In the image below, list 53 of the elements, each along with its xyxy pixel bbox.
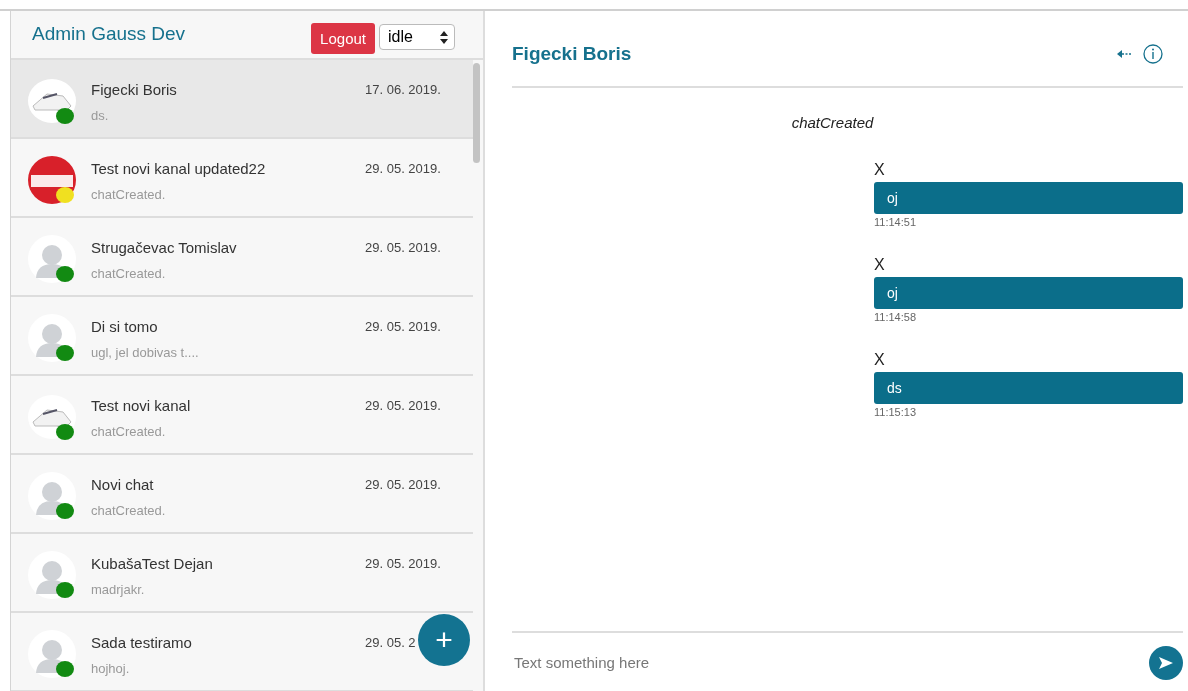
- chat-name: Figecki Boris: [91, 81, 178, 98]
- chat-date: 29. 05. 2019.: [365, 398, 441, 413]
- message-bubble: ds: [874, 372, 1183, 404]
- chat-preview: chatCreated.: [91, 503, 167, 518]
- chat-name: Sada testiramo: [91, 634, 193, 651]
- chat-name: Test novi kanal updated22: [91, 160, 267, 177]
- app-title: Admin Gauss Dev: [32, 23, 187, 45]
- message-time: 11:15:13: [874, 406, 917, 418]
- scrollbar[interactable]: [473, 63, 480, 163]
- chat-date: 29. 05. 2019.: [365, 319, 441, 334]
- message-time: 11:14:58: [874, 311, 917, 323]
- chat-name: Novi chat: [91, 476, 155, 493]
- message-bubble: oj: [874, 182, 1183, 214]
- chat-preview: ds.: [91, 108, 110, 123]
- chat-date: 29. 05. 2019.: [365, 161, 441, 176]
- chat-item[interactable]: Figecki Boris ds. 17. 06. 2019.: [11, 60, 473, 139]
- chat-date: 17. 06. 2019.: [365, 82, 441, 97]
- back-arrow-icon[interactable]: [1117, 49, 1131, 58]
- chat-name: KubašaTest Dejan: [91, 555, 214, 572]
- chat-item[interactable]: Test novi kanal updated22 chatCreated. 29. 05. 2019.: [11, 139, 473, 218]
- chat-date: 29. 05. 2019.: [365, 556, 441, 571]
- info-icon[interactable]: [1143, 43, 1163, 64]
- chat-name: Strugačevac Tomislav: [91, 239, 238, 256]
- select-arrows-icon: [440, 30, 448, 44]
- chat-name: Test novi kanal: [91, 397, 192, 414]
- message-time: 11:14:51: [874, 216, 917, 228]
- chat-preview: chatCreated.: [91, 424, 167, 439]
- message-sender: X: [874, 351, 886, 369]
- status-select[interactable]: idle: [379, 24, 455, 50]
- chat-date: 29. 05. 2019.: [365, 240, 441, 255]
- chat-name: Di si tomo: [91, 318, 159, 335]
- send-icon: [1159, 656, 1173, 669]
- chat-preview: chatCreated.: [91, 266, 167, 281]
- chat-preview: ugl, jel dobivas t....: [91, 345, 200, 360]
- message-sender: X: [874, 256, 886, 274]
- chat-preview: hojhoj.: [91, 661, 131, 676]
- message-sender: X: [874, 161, 886, 179]
- chat-preview: chatCreated.: [91, 187, 167, 202]
- chat-item[interactable]: Di si tomo ugl, jel dobivas t.... 29. 05. 2019.: [11, 297, 473, 376]
- message-input[interactable]: Text something here: [512, 653, 1149, 672]
- chat-item[interactable]: Novi chat chatCreated. 29. 05. 2019.: [11, 455, 473, 534]
- new-chat-button[interactable]: +: [418, 614, 470, 666]
- message-bubble: oj: [874, 277, 1183, 309]
- chat-item[interactable]: KubašaTest Dejan madrjakr. 29. 05. 2019.: [11, 534, 473, 613]
- send-button[interactable]: [1149, 645, 1183, 680]
- chat-item[interactable]: Strugačevac Tomislav chatCreated. 29. 05. 2019.: [11, 218, 473, 297]
- logout-button[interactable]: Logout: [311, 23, 375, 54]
- chat-date: 29. 05. 2019.: [365, 477, 441, 492]
- conversation-title: Figecki Boris: [512, 42, 633, 65]
- chat-item[interactable]: Test novi kanal chatCreated. 29. 05. 2019.: [11, 376, 473, 455]
- chat-preview: madrjakr.: [91, 582, 146, 597]
- chat-date: 29. 05. 2: [365, 635, 416, 650]
- system-message: chatCreated: [790, 114, 875, 131]
